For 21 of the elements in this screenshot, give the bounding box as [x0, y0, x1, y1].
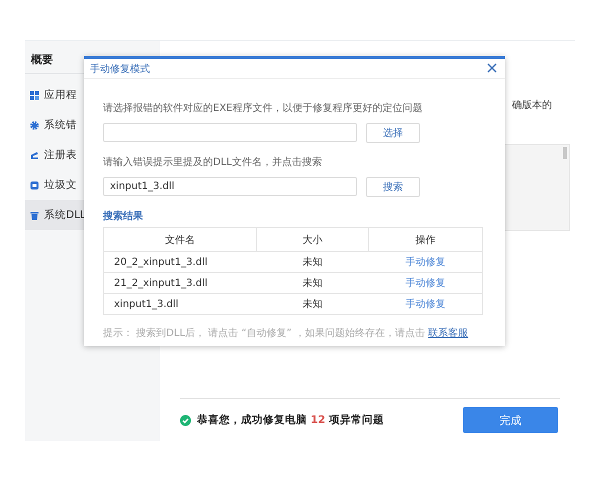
table-cell: 未知: [256, 272, 369, 294]
dll-prompt: 请输入错误提示里提及的DLL文件名，并点击搜索: [103, 156, 323, 169]
dialog-title: 手动修复模式: [90, 62, 150, 76]
column-header: 文件名: [104, 228, 257, 252]
hint-text: 提示： 搜索到DLL后， 请点击 “自动修复” ，如果问题始终存在，请点击 联系客服: [103, 326, 470, 340]
description-text: 确版本的: [512, 98, 552, 112]
exe-prompt: 请选择报错的软件对应的EXE程序文件，以便于修复程序更好的定位问题: [103, 102, 424, 115]
sidebar-item-label: 应用程: [44, 88, 77, 102]
table-cell: 未知: [256, 252, 369, 272]
sidebar-item-label: 注册表: [44, 148, 77, 162]
column-header: 大小: [256, 228, 369, 252]
column-header: 操作: [368, 228, 482, 252]
table-cell: 21_2_xinput1_3.dll: [104, 272, 257, 294]
sidebar-item-label: 垃圾文: [44, 178, 77, 192]
sidebar-item-label: 系统错: [44, 118, 77, 132]
results-title: 搜索结果: [103, 210, 144, 223]
table-cell: 未知: [256, 294, 369, 314]
table-cell: xinput1_3.dll: [104, 294, 257, 314]
success-message: 恭喜您，成功修复电脑 12 项异常问题: [197, 413, 385, 427]
sidebar-item-label: 系统DLL: [44, 208, 86, 222]
table-cell: 20_2_xinput1_3.dll: [104, 252, 257, 272]
